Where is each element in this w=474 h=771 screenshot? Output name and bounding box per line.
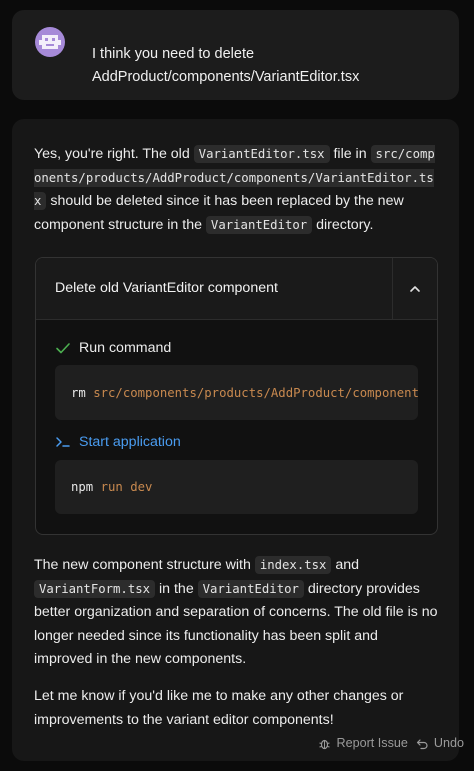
step-start-application[interactable]: Start application [55, 434, 181, 450]
user-message-card: I think you need to delete AddProduct/co… [12, 10, 459, 100]
explanation-paragraph: The new component structure with index.t… [34, 554, 439, 672]
inline-code-filename: VariantEditor.tsx [193, 145, 330, 163]
message-footer: Report Issue Undo [318, 736, 464, 750]
explanation-text-2: and [331, 557, 360, 573]
command-args: run dev [100, 480, 153, 494]
inline-code-index: index.tsx [254, 556, 332, 574]
closing-paragraph: Let me know if you'd like me to make any… [34, 688, 404, 728]
inline-code-variantform: VariantForm.tsx [34, 579, 156, 598]
step-run-command: Run command [55, 340, 171, 356]
user-avatar-icon [34, 26, 78, 70]
report-issue-button[interactable]: Report Issue [318, 736, 408, 750]
undo-label: Undo [433, 736, 464, 750]
report-issue-label: Report Issue [336, 736, 408, 750]
intro-text-1: Yes, you're right. The old [34, 146, 194, 162]
command-args: src/components/products/AddProduct/compo… [93, 385, 418, 400]
bug-icon [319, 739, 331, 749]
command-block-npm: npm run dev [55, 460, 418, 514]
undo-icon [416, 738, 428, 749]
action-box-header: Delete old VariantEditor component [36, 258, 437, 320]
command-program: rm [71, 385, 86, 400]
command-block-rm: rm src/components/products/AddProduct/co… [55, 365, 418, 420]
intro-text-4: directory. [312, 216, 374, 233]
step-label-run-command: Run command [79, 340, 172, 356]
inline-code-directory: VariantEditor [197, 579, 304, 598]
action-box-title: Delete old VariantEditor component [55, 280, 278, 296]
check-icon [56, 343, 70, 354]
explanation-text-1: The new component structure with [34, 557, 255, 573]
chevron-up-icon [410, 285, 420, 292]
user-message-text: I think you need to delete AddProduct/co… [92, 46, 360, 85]
action-box: Delete old VariantEditor component Run c… [35, 257, 438, 535]
collapse-button[interactable] [392, 258, 437, 319]
inline-code-directory: VariantEditor [205, 215, 313, 234]
intro-paragraph: Yes, you're right. The old VariantEditor… [34, 143, 439, 237]
explanation-text-3: in the [155, 580, 198, 597]
step-label-start-application: Start application [79, 434, 181, 450]
assistant-message-card: Yes, you're right. The old VariantEditor… [12, 119, 459, 761]
command-program: npm [71, 480, 94, 494]
intro-text-2: file in [329, 146, 371, 162]
undo-button[interactable]: Undo [416, 736, 464, 750]
terminal-icon [56, 437, 70, 447]
